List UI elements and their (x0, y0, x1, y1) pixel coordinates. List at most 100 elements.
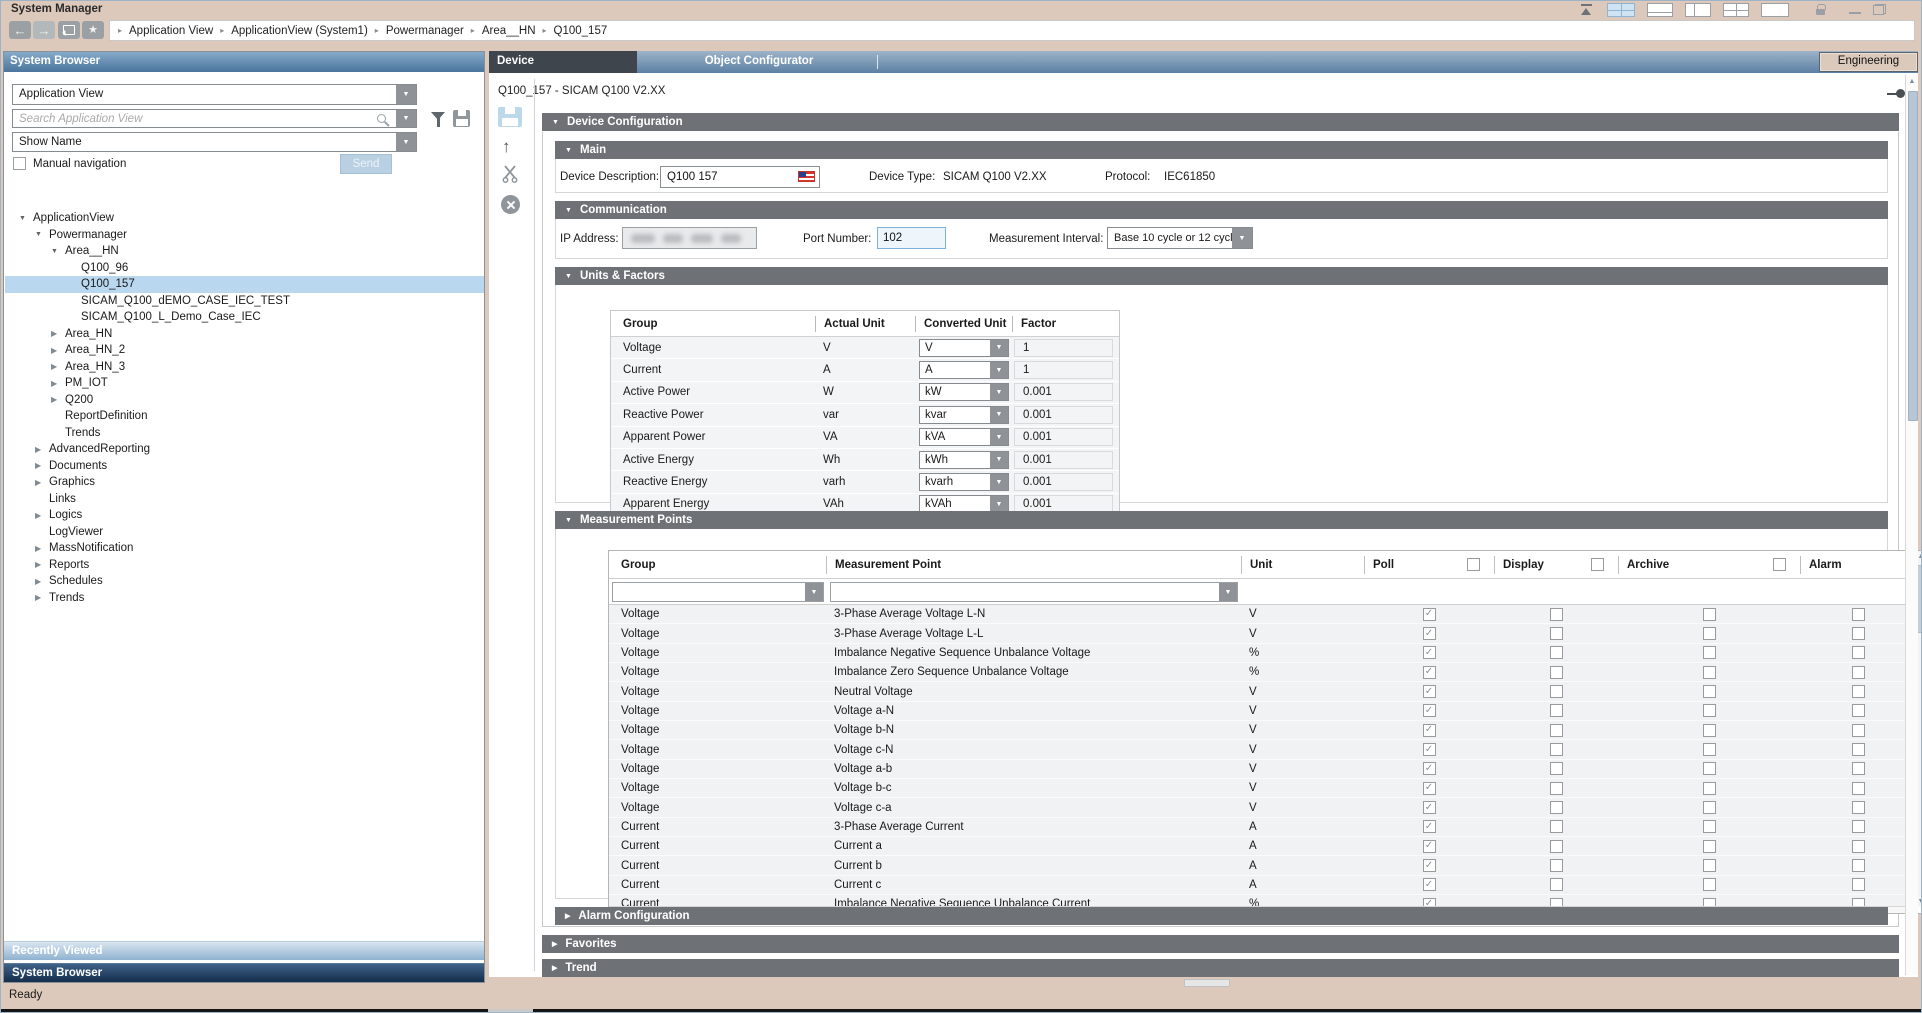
port-number-field[interactable] (877, 227, 946, 249)
lock-icon[interactable] (1816, 9, 1825, 15)
poll-checkbox[interactable]: ✓ (1423, 801, 1436, 814)
measurement-row[interactable]: CurrentCurrent aA✓ (609, 837, 1916, 856)
poll-checkbox[interactable]: ✓ (1423, 646, 1436, 659)
archive-checkbox[interactable] (1703, 608, 1716, 621)
archive-checkbox[interactable] (1703, 782, 1716, 795)
alarm-checkbox[interactable] (1852, 840, 1865, 853)
alarm-checkbox[interactable] (1852, 859, 1865, 872)
display-checkbox[interactable] (1550, 782, 1563, 795)
archive-checkbox[interactable] (1703, 724, 1716, 737)
converted-unit-select[interactable]: kvar▼ (919, 406, 1009, 424)
tree-item-Area_HN_2[interactable]: ▶Area_HN_2 (5, 342, 484, 359)
measurement-interval-select[interactable]: Base 10 cycle or 12 cycle ▼ (1107, 227, 1253, 249)
device-description-field[interactable] (660, 166, 820, 188)
measurement-row[interactable]: CurrentCurrent bA✓ (609, 856, 1916, 875)
poll-checkbox[interactable]: ✓ (1423, 859, 1436, 872)
poll-checkbox[interactable]: ✓ (1423, 762, 1436, 775)
tree-item-LogViewer[interactable]: LogViewer (5, 524, 484, 541)
tree-collapsed-icon[interactable]: ▶ (35, 511, 47, 520)
breadcrumb-item[interactable]: Powermanager (386, 25, 464, 37)
content-vertical-scrollbar[interactable]: ▲ (1905, 75, 1918, 975)
chevron-down-icon[interactable]: ▼ (990, 452, 1008, 468)
measurement-row[interactable]: VoltageImbalance Zero Sequence Unbalance… (609, 663, 1916, 682)
archive-checkbox[interactable] (1703, 820, 1716, 833)
display-checkbox[interactable] (1550, 743, 1563, 756)
alarm-checkbox[interactable] (1852, 743, 1865, 756)
archive-checkbox[interactable] (1703, 704, 1716, 717)
breadcrumb-item[interactable]: Q100_157 (554, 25, 608, 37)
chevron-down-icon[interactable]: ▼ (990, 429, 1008, 445)
archive-checkbox[interactable] (1703, 840, 1716, 853)
tree-collapsed-icon[interactable]: ▶ (35, 445, 47, 454)
alarm-checkbox[interactable] (1852, 627, 1865, 640)
view-select[interactable]: Application View ▼ (12, 84, 417, 105)
poll-checkbox[interactable]: ✓ (1423, 743, 1436, 756)
alarm-checkbox[interactable] (1852, 820, 1865, 833)
measurement-row[interactable]: Voltage3-Phase Average Voltage L-NV✓ (609, 605, 1916, 624)
tree-item-Q100_157[interactable]: Q100_157 (5, 276, 484, 293)
archive-header-checkbox[interactable] (1773, 558, 1786, 571)
tree-item-ApplicationView[interactable]: ▼ApplicationView (5, 210, 484, 227)
tree-item-Area_HN[interactable]: ▶Area_HN (5, 326, 484, 343)
section-trend[interactable]: ▶ Trend (542, 959, 1899, 977)
alarm-checkbox[interactable] (1852, 608, 1865, 621)
measurement-row[interactable]: VoltageVoltage a-bV✓ (609, 760, 1916, 779)
section-main[interactable]: ▼ Main (555, 141, 1888, 159)
tree-expanded-icon[interactable]: ▼ (19, 215, 31, 222)
archive-checkbox[interactable] (1703, 743, 1716, 756)
tree-item-Q200[interactable]: ▶Q200 (5, 392, 484, 409)
alarm-checkbox[interactable] (1852, 685, 1865, 698)
measurement-row[interactable]: VoltageVoltage a-NV✓ (609, 702, 1916, 721)
breadcrumb-item[interactable]: Application View (129, 25, 213, 37)
unit-factor-field[interactable]: 0.001 (1014, 428, 1113, 446)
measurement-row[interactable]: VoltageImbalance Negative Sequence Unbal… (609, 644, 1916, 663)
unit-factor-field[interactable]: 0.001 (1014, 451, 1113, 469)
tab-device[interactable]: Device (489, 51, 637, 73)
poll-checkbox[interactable]: ✓ (1423, 878, 1436, 891)
pin-icon[interactable] (1887, 89, 1905, 98)
section-measurement-points[interactable]: ▼ Measurement Points (555, 511, 1888, 529)
tree-collapsed-icon[interactable]: ▶ (51, 329, 63, 338)
measurement-row[interactable]: VoltageVoltage c-aV✓ (609, 798, 1916, 817)
tree-item-Schedules[interactable]: ▶Schedules (5, 573, 484, 590)
chevron-down-icon[interactable]: ▼ (396, 85, 416, 104)
tree-collapsed-icon[interactable]: ▶ (51, 395, 63, 404)
tree-item-Documents[interactable]: ▶Documents (5, 458, 484, 475)
tree-collapsed-icon[interactable]: ▶ (35, 593, 47, 602)
filter-icon[interactable] (431, 111, 446, 127)
section-favorites[interactable]: ▶ Favorites (542, 935, 1899, 953)
tree-item-SICAM_Q100_L_Demo_Case_IEC[interactable]: SICAM_Q100_L_Demo_Case_IEC (5, 309, 484, 326)
breadcrumb-item[interactable]: Area__HN (482, 25, 536, 37)
archive-checkbox[interactable] (1703, 685, 1716, 698)
section-units-factors[interactable]: ▼ Units & Factors (555, 267, 1888, 285)
alarm-checkbox[interactable] (1852, 704, 1865, 717)
poll-checkbox[interactable]: ✓ (1423, 666, 1436, 679)
measurement-row[interactable]: Voltage3-Phase Average Voltage L-LV✓ (609, 624, 1916, 643)
scroll-up-icon[interactable]: ▲ (1906, 78, 1918, 85)
alarm-checkbox[interactable] (1852, 801, 1865, 814)
display-checkbox[interactable] (1550, 898, 1563, 906)
display-checkbox[interactable] (1550, 840, 1563, 853)
tree-item-SICAM_Q100_dEMO_CASE_IEC_TEST[interactable]: SICAM_Q100_dEMO_CASE_IEC_TEST (5, 293, 484, 310)
archive-checkbox[interactable] (1703, 898, 1716, 906)
converted-unit-select[interactable]: kWh▼ (919, 451, 1009, 469)
archive-checkbox[interactable] (1703, 878, 1716, 891)
poll-checkbox[interactable]: ✓ (1423, 627, 1436, 640)
converted-unit-select[interactable]: kW▼ (919, 383, 1009, 401)
tree-collapsed-icon[interactable]: ▶ (35, 577, 47, 586)
display-checkbox[interactable] (1550, 859, 1563, 872)
measurement-row[interactable]: VoltageVoltage c-NV✓ (609, 740, 1916, 759)
scrollbar-thumb[interactable] (1908, 91, 1918, 421)
layout-split-left-icon[interactable] (1685, 3, 1711, 17)
archive-checkbox[interactable] (1703, 762, 1716, 775)
tree-item-Links[interactable]: Links (5, 491, 484, 508)
chevron-down-icon[interactable]: ▼ (805, 583, 823, 601)
tree-item-Q100_96[interactable]: Q100_96 (5, 260, 484, 277)
minimize-icon[interactable] (1849, 12, 1861, 14)
display-header-checkbox[interactable] (1591, 558, 1604, 571)
restore-icon[interactable] (1873, 4, 1886, 15)
tree-collapsed-icon[interactable]: ▶ (51, 379, 63, 388)
alarm-checkbox[interactable] (1852, 762, 1865, 775)
measurement-row[interactable]: CurrentImbalance Negative Sequence Unbal… (609, 895, 1916, 906)
poll-checkbox[interactable]: ✓ (1423, 704, 1436, 717)
